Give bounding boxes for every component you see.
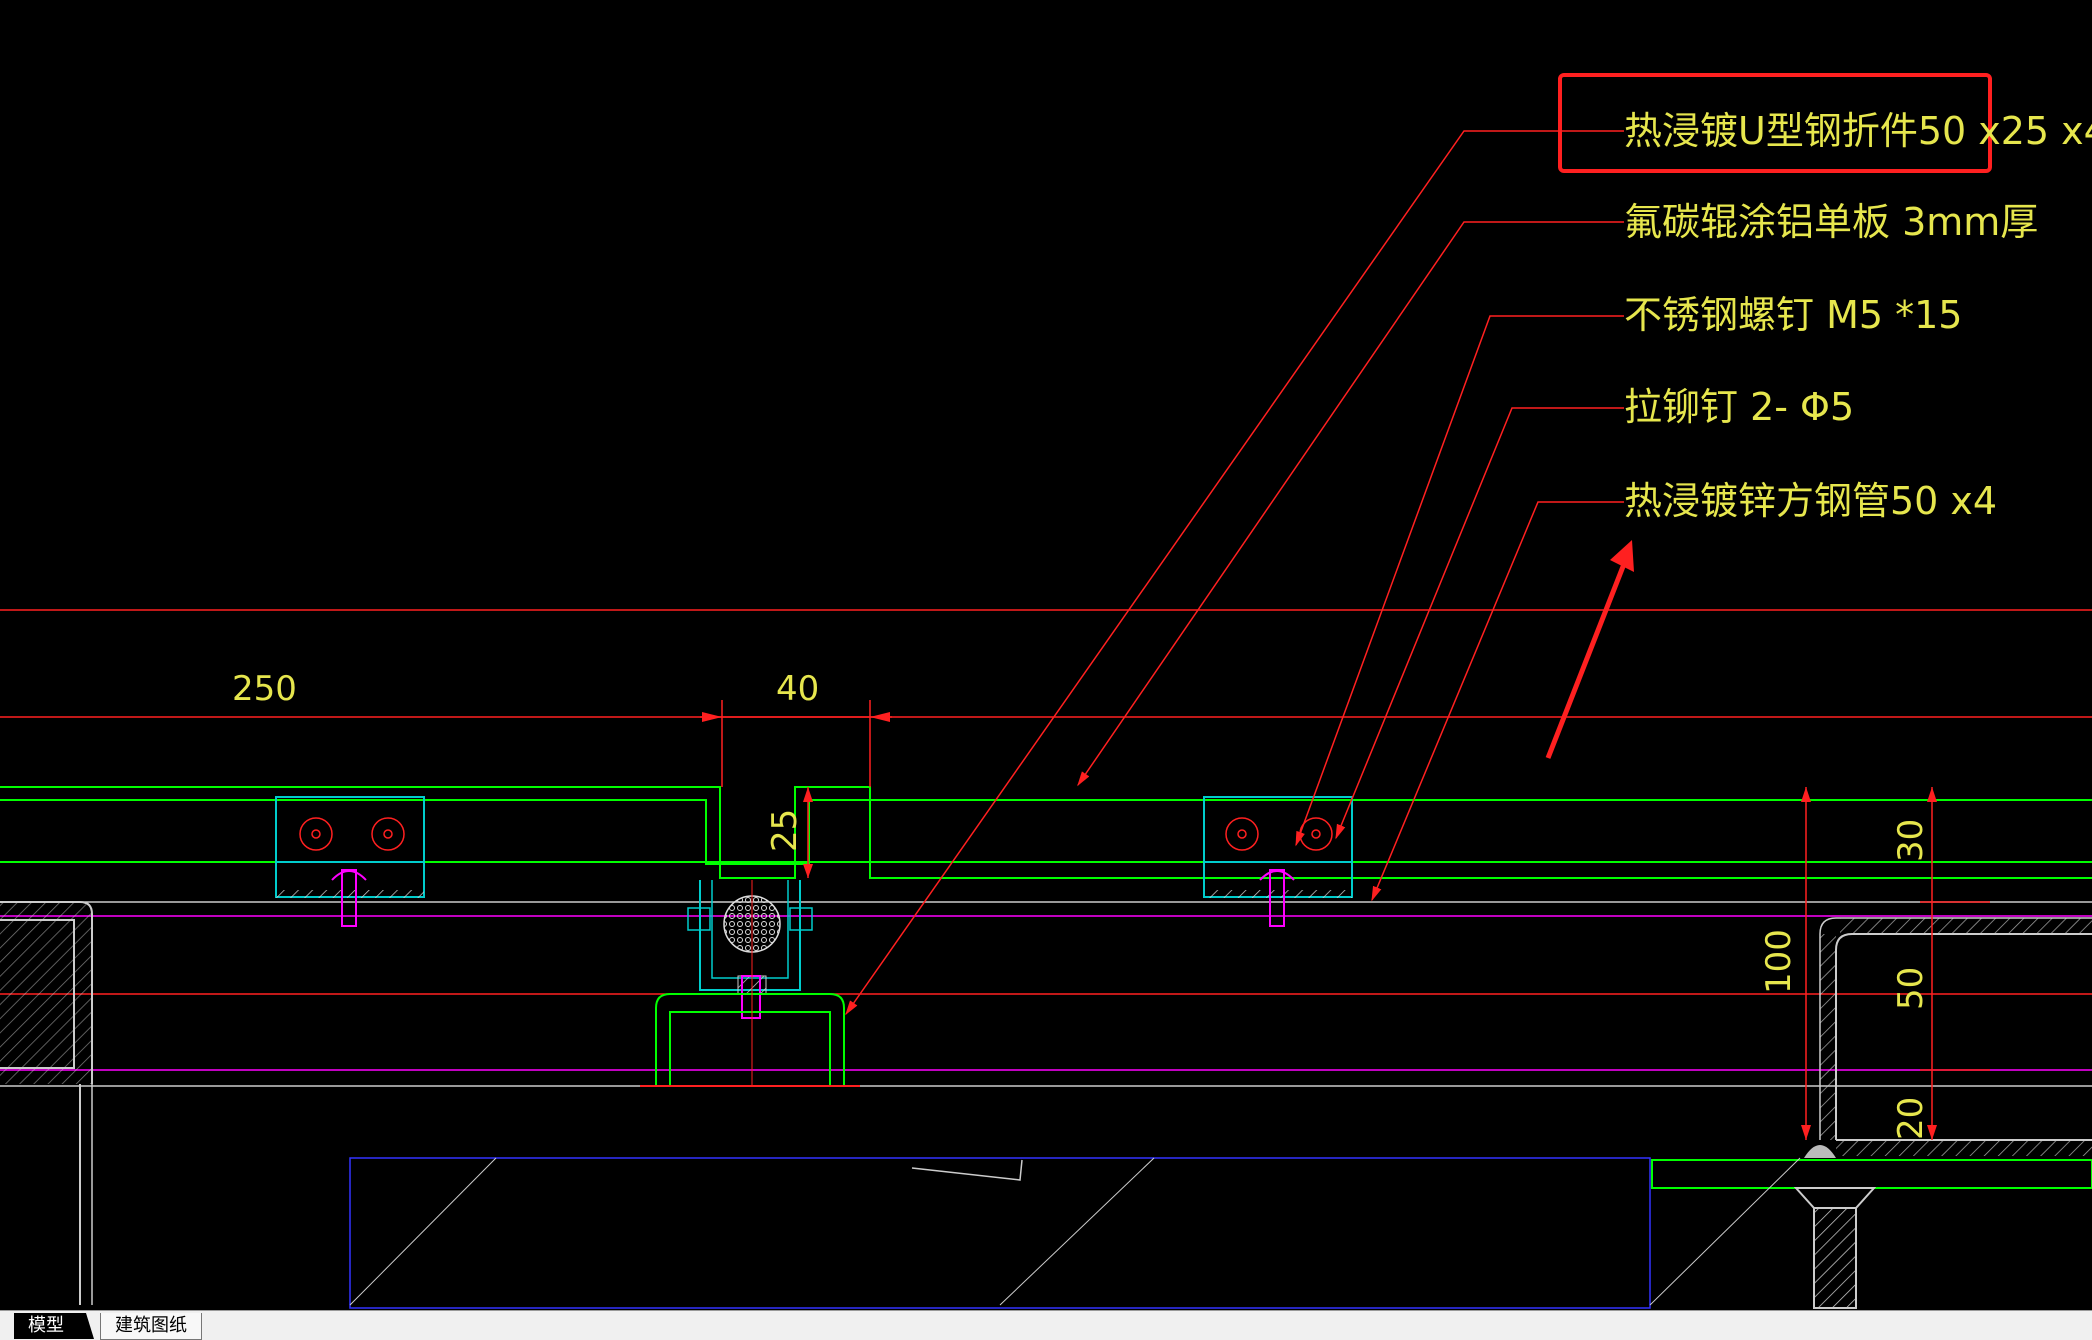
dim-25-tick-t: [803, 787, 813, 802]
diag-3: [1649, 1157, 1801, 1306]
rivet-right-1: [1225, 817, 1259, 851]
pointer-arrow-shaft: [1545, 563, 1627, 759]
leader-rivet: [1335, 407, 1624, 840]
rivet-left-1: [299, 817, 333, 851]
dimension-40: 40: [776, 669, 819, 709]
leader-square-tube: [1371, 501, 1624, 902]
annotation-screw: 不锈钢螺钉 M5 *15: [1624, 293, 1962, 337]
leader-aluminum-panel: [1077, 221, 1624, 787]
cad-drawing[interactable]: 热浸镀U型钢折件50 x25 x4 氟碳辊涂铝单板 3mm厚 不锈钢螺钉 M5 …: [0, 0, 2092, 1310]
dimension-100: 100: [1759, 929, 1799, 994]
right-clip-hatch: [1204, 890, 1352, 898]
annotation-aluminum-panel: 氟碳辊涂铝单板 3mm厚: [1624, 200, 2038, 244]
tab-architectural-sheet[interactable]: 建筑图纸: [100, 1313, 202, 1340]
dimension-250: 250: [232, 669, 297, 709]
dim-40-tick-r: [870, 712, 890, 722]
concrete-outline: [349, 1157, 1651, 1309]
dim-stack-tick-t: [1927, 787, 1937, 802]
right-tube-weld-left: [1820, 934, 1836, 1140]
aluminum-panel: [0, 786, 2092, 879]
left-clip-hatch: [276, 890, 424, 898]
right-tube-outer: [1819, 917, 2092, 1140]
dim-25-tick-b: [803, 864, 813, 878]
screw-left-head: [331, 870, 367, 881]
diag-1: [349, 1157, 497, 1306]
diag-2: [999, 1157, 1155, 1306]
small-mark: [911, 1159, 1023, 1181]
leader-u-channel: [845, 130, 1624, 1016]
u-channel-outer: [655, 993, 845, 1086]
annotation-u-channel: 热浸镀U型钢折件50 x25 x4: [1624, 109, 2092, 153]
dimension-50: 50: [1891, 967, 1931, 1010]
right-tube-weld-top: [1840, 918, 2092, 934]
dim-40-tick-l: [702, 712, 722, 722]
dimension-30: 30: [1891, 819, 1931, 862]
rivet-left-2: [371, 817, 405, 851]
right-clip: [1203, 796, 1353, 898]
right-tube-weld-bottom: [1836, 1140, 2092, 1156]
rivet-right-1-core: [1237, 829, 1247, 839]
annotation-square-tube: 热浸镀锌方钢管50 x4: [1624, 479, 1997, 523]
anchor-bolt: [1813, 1207, 1857, 1309]
base-plate: [1651, 1159, 2092, 1189]
tab-model[interactable]: 模型: [14, 1313, 94, 1339]
cad-drawing-viewport[interactable]: 热浸镀U型钢折件50 x25 x4 氟碳辊涂铝单板 3mm厚 不锈钢螺钉 M5 …: [0, 0, 2092, 1310]
dimension-25: 25: [765, 809, 805, 852]
dim-100-tick-t: [1801, 787, 1811, 802]
anchor-bolt-head: [1793, 1187, 1877, 1209]
rivet-left-2-core: [383, 829, 393, 839]
right-tube: [1835, 933, 2092, 1140]
left-clip: [275, 796, 425, 898]
weld-blob: [1804, 1145, 1836, 1158]
left-tube-hatch: [0, 902, 92, 1084]
annotation-rivet: 拉铆钉 2- Φ5: [1624, 385, 1854, 429]
layout-tab-bar: 模型 建筑图纸: [0, 1310, 2092, 1340]
dimension-20: 20: [1891, 1097, 1931, 1140]
rivet-left-1-core: [311, 829, 321, 839]
dim-100-tick-b: [1801, 1125, 1811, 1140]
rivet-right-2-core: [1311, 829, 1321, 839]
u-channel-inner: [669, 1011, 831, 1086]
